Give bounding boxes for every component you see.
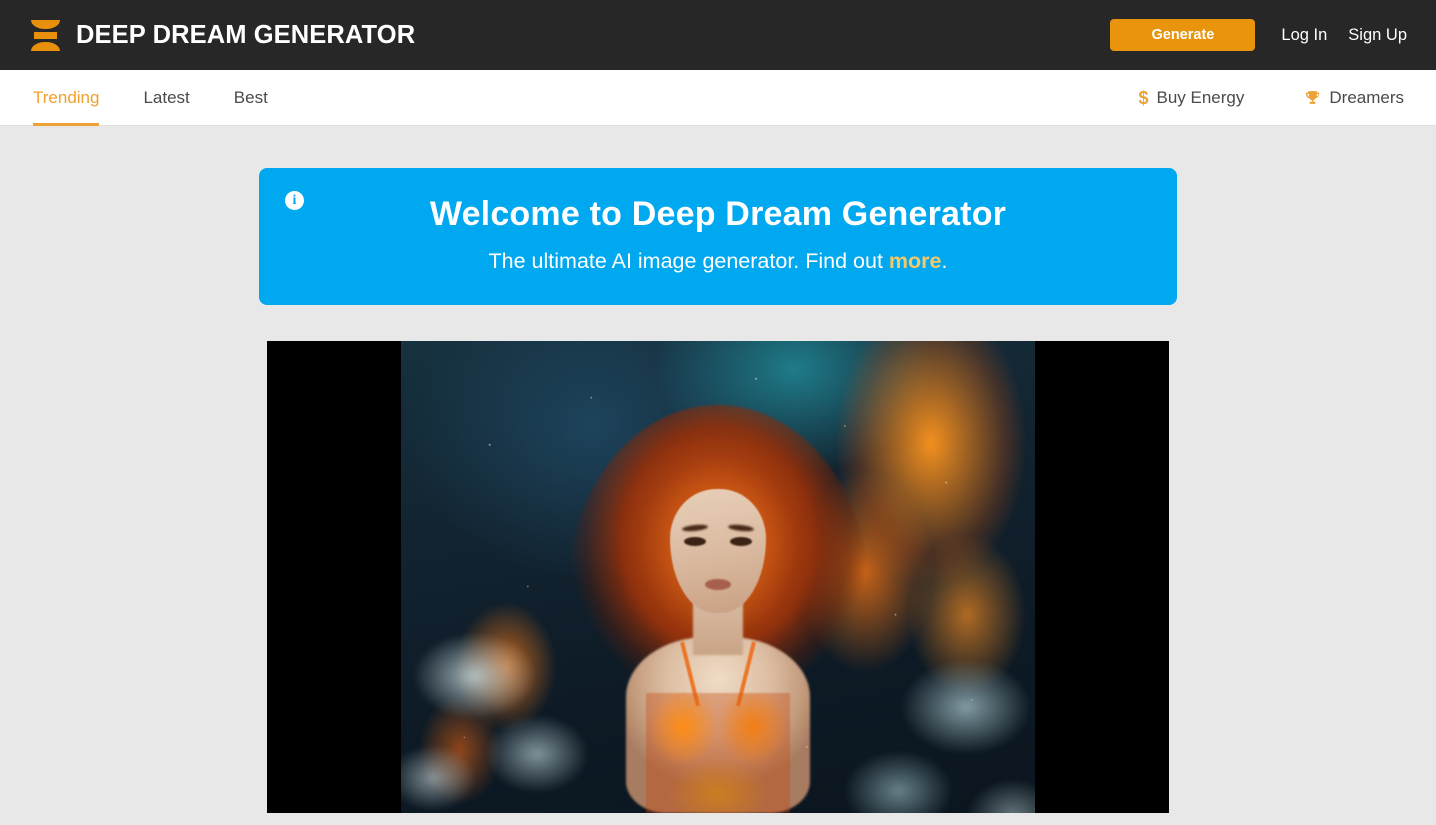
secondary-nav-bar: Trending Latest Best $ Buy Energy Dreame…: [0, 70, 1436, 126]
logo-top-shape: [30, 19, 60, 29]
logo-middle-shape: [33, 31, 57, 39]
secondary-nav-actions: $ Buy Energy Dreamers: [1138, 70, 1404, 125]
deep-dream-logo-icon: [30, 19, 60, 51]
dollar-icon: $: [1138, 87, 1149, 108]
top-header-bar: DEEP DREAM GENERATOR Generate Log In Sig…: [0, 0, 1436, 70]
welcome-banner: i Welcome to Deep Dream Generator The ul…: [259, 168, 1177, 305]
feed-tabs: Trending Latest Best: [33, 70, 268, 126]
page-body: i Welcome to Deep Dream Generator The ul…: [0, 126, 1436, 825]
logo-bottom-shape: [30, 41, 60, 51]
tab-trending[interactable]: Trending: [33, 70, 100, 126]
sign-up-link[interactable]: Sign Up: [1348, 26, 1407, 45]
tab-latest[interactable]: Latest: [143, 70, 189, 125]
brand-title: DEEP DREAM GENERATOR: [76, 20, 416, 49]
featured-image-card[interactable]: [267, 341, 1169, 813]
tab-best[interactable]: Best: [234, 70, 268, 125]
brand-home-link[interactable]: DEEP DREAM GENERATOR: [30, 19, 415, 51]
content-column: i Welcome to Deep Dream Generator The ul…: [259, 126, 1177, 813]
dreamers-link[interactable]: Dreamers: [1304, 88, 1404, 108]
welcome-title: Welcome to Deep Dream Generator: [429, 195, 1007, 233]
trophy-icon: [1304, 89, 1321, 106]
welcome-subtitle-text: The ultimate AI image generator. Find ou…: [488, 248, 889, 273]
log-in-link[interactable]: Log In: [1281, 26, 1327, 45]
welcome-subtitle: The ultimate AI image generator. Find ou…: [299, 249, 1137, 275]
artwork-sparkles-layer: [401, 341, 1035, 813]
info-icon: i: [285, 191, 304, 210]
buy-energy-label: Buy Energy: [1156, 87, 1245, 107]
buy-energy-link[interactable]: $ Buy Energy: [1138, 88, 1244, 108]
generate-button[interactable]: Generate: [1110, 19, 1256, 51]
welcome-subtitle-period: .: [941, 248, 948, 273]
header-actions: Generate Log In Sign Up: [1110, 19, 1407, 51]
welcome-more-link[interactable]: more: [889, 249, 942, 273]
featured-artwork: [401, 341, 1035, 813]
dreamers-label: Dreamers: [1329, 87, 1404, 107]
